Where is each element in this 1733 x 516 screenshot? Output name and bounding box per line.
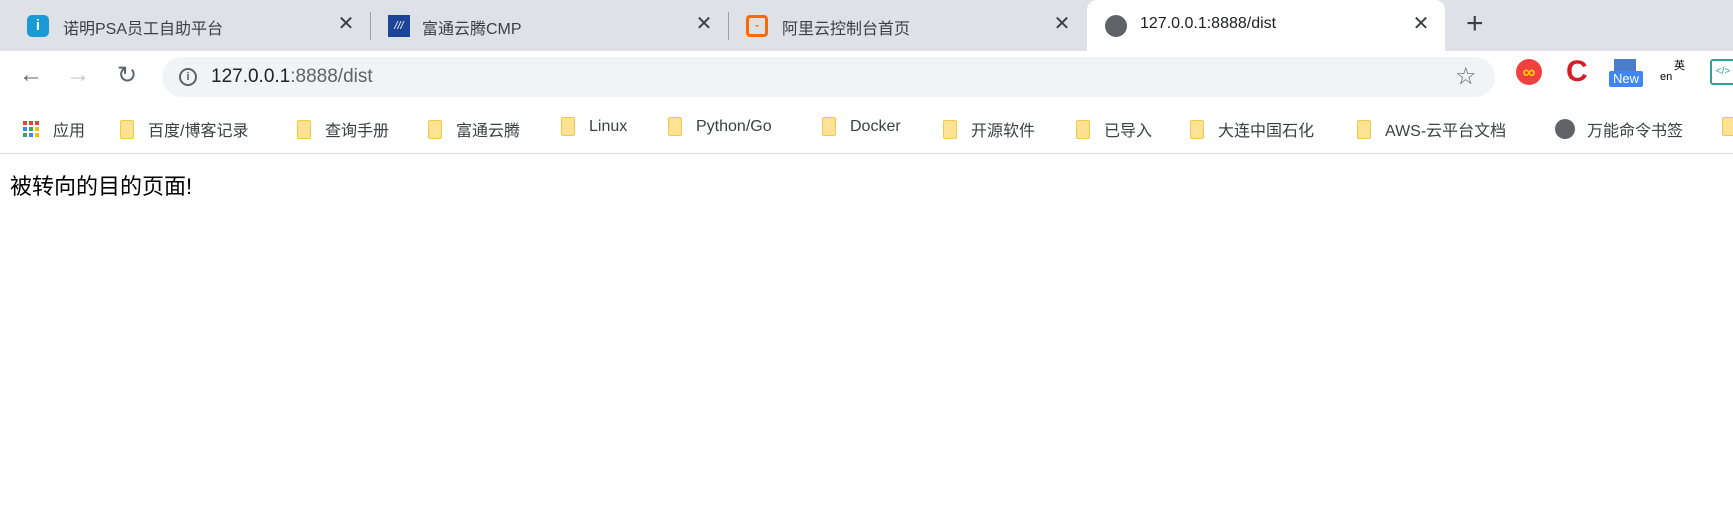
forward-button[interactable]: → bbox=[63, 61, 93, 89]
bookmark-folder[interactable]: 查询手册 bbox=[297, 117, 389, 141]
bookmark-folder[interactable]: AWS-云平台文档 bbox=[1357, 117, 1506, 141]
close-icon[interactable]: ✕ bbox=[1409, 11, 1433, 36]
bookmark-folder[interactable]: 富通云腾 bbox=[428, 117, 520, 141]
bookmark-folder[interactable]: 大连中国石化 bbox=[1190, 117, 1314, 141]
folder-icon bbox=[1190, 119, 1204, 139]
translate-en: en bbox=[1660, 71, 1673, 83]
bookmark-label: 开源软件 bbox=[971, 123, 1036, 140]
bookmark-label: Docker bbox=[850, 117, 901, 135]
c-extension-icon[interactable]: C bbox=[1566, 57, 1592, 87]
globe-icon bbox=[1555, 119, 1575, 139]
apps-grid-icon bbox=[23, 121, 39, 137]
bookmark-folder[interactable]: 开源软件 bbox=[943, 117, 1035, 141]
folder-icon bbox=[668, 117, 682, 136]
tab-aliyun[interactable]: - 阿里云控制台首页 ✕ bbox=[729, 0, 1087, 51]
tab-active-dist[interactable]: 127.0.0.1:8888/dist ✕ bbox=[1087, 0, 1445, 51]
tab-title: 127.0.0.1:8888/dist bbox=[1140, 15, 1277, 32]
url-path: :8888/dist bbox=[290, 66, 373, 87]
back-button[interactable]: ← bbox=[16, 61, 46, 89]
tab-title: 阿里云控制台首页 bbox=[782, 21, 911, 38]
bookmark-label: AWS-云平台文档 bbox=[1385, 123, 1507, 140]
code-extension-icon[interactable]: </> bbox=[1710, 59, 1733, 85]
folder-icon bbox=[822, 117, 836, 136]
translate-extension-icon[interactable]: 英 en bbox=[1660, 59, 1686, 85]
tab-title: 诺明PSA员工自助平台 bbox=[63, 21, 224, 38]
new-tab-button[interactable]: + bbox=[1466, 7, 1484, 41]
bookmark-label: 万能命令书签 bbox=[1587, 123, 1684, 140]
info-app-icon: i bbox=[27, 15, 49, 37]
bookmark-star-icon[interactable]: ☆ bbox=[1455, 62, 1477, 91]
bookmark-link[interactable]: 万能命令书签 bbox=[1555, 117, 1683, 141]
folder-icon bbox=[561, 117, 575, 136]
bookmark-label: 查询手册 bbox=[325, 123, 390, 140]
tab-title: 富通云腾CMP bbox=[422, 21, 522, 38]
bookmark-folder[interactable]: Linux bbox=[561, 117, 627, 136]
bookmark-folder[interactable]: Python/Go bbox=[668, 117, 772, 136]
close-icon[interactable]: ✕ bbox=[692, 11, 716, 36]
infinity-extension-icon[interactable]: ∞ bbox=[1516, 59, 1542, 85]
folder-icon bbox=[428, 119, 442, 139]
folder-icon bbox=[1076, 119, 1090, 139]
cmp-logo-icon: /// bbox=[388, 15, 410, 37]
address-bar[interactable]: i 127.0.0.1:8888/dist ☆ bbox=[162, 57, 1495, 97]
new-extension-icon[interactable]: New bbox=[1609, 59, 1643, 87]
new-badge: New bbox=[1609, 71, 1643, 87]
folder-icon bbox=[1722, 117, 1733, 136]
bookmark-label: 富通云腾 bbox=[456, 123, 521, 140]
bookmark-folder[interactable]: Docker bbox=[822, 117, 901, 136]
close-icon[interactable]: ✕ bbox=[334, 11, 358, 36]
bookmark-folder[interactable]: 已导入 bbox=[1076, 117, 1152, 141]
bookmark-label: 大连中国石化 bbox=[1218, 123, 1315, 140]
bookmark-label: Python/Go bbox=[696, 117, 772, 135]
tab-cmp[interactable]: /// 富通云腾CMP ✕ bbox=[371, 0, 728, 51]
bookmark-label: Linux bbox=[589, 117, 628, 135]
bookmark-label: 应用 bbox=[53, 123, 86, 140]
folder-icon bbox=[1357, 119, 1371, 139]
bookmark-label: 已导入 bbox=[1104, 123, 1153, 140]
bookmark-label: 百度/博客记录 bbox=[148, 123, 249, 140]
aliyun-logo-icon: - bbox=[746, 15, 768, 37]
bookmark-apps[interactable]: 应用 bbox=[23, 117, 85, 141]
info-icon[interactable]: i bbox=[179, 68, 197, 86]
tab-psa[interactable]: i 诺明PSA员工自助平台 ✕ bbox=[0, 0, 370, 51]
bookmark-folder-overflow[interactable] bbox=[1722, 117, 1733, 136]
folder-icon bbox=[943, 119, 957, 139]
globe-icon bbox=[1105, 15, 1127, 37]
bookmarks-bar: 应用 百度/博客记录 查询手册 富通云腾 Linux Python/Go Doc… bbox=[0, 103, 1733, 154]
page-text: 被转向的目的页面! bbox=[10, 174, 193, 199]
bookmark-folder[interactable]: 百度/博客记录 bbox=[120, 117, 248, 141]
folder-icon bbox=[120, 119, 134, 139]
toolbar: ← → ↻ i 127.0.0.1:8888/dist ☆ ∞ C New 英e… bbox=[0, 51, 1733, 103]
url-host: 127.0.0.1 bbox=[211, 66, 291, 87]
url-text[interactable]: 127.0.0.1:8888/dist bbox=[211, 66, 373, 88]
close-icon[interactable]: ✕ bbox=[1050, 11, 1074, 36]
reload-button[interactable]: ↻ bbox=[112, 61, 142, 90]
folder-icon bbox=[297, 119, 311, 139]
extension-logo bbox=[1614, 59, 1636, 71]
tab-strip: i 诺明PSA员工自助平台 ✕ /// 富通云腾CMP ✕ - 阿里云控制台首页… bbox=[0, 0, 1733, 51]
translate-zh: 英 bbox=[1674, 60, 1685, 72]
